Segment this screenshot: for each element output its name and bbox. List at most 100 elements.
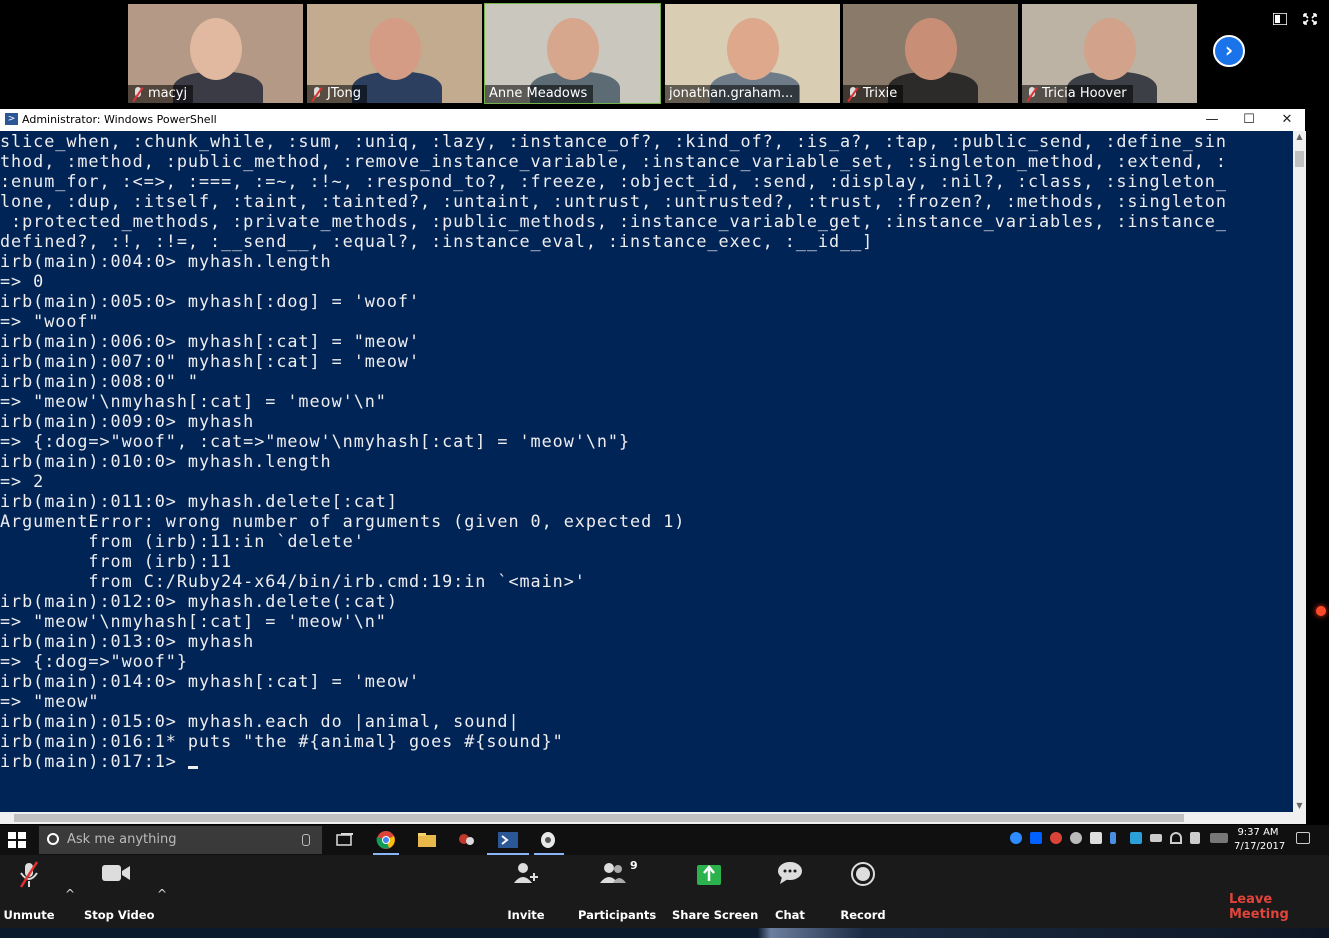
chat-label: Chat — [775, 908, 805, 922]
gallery-view-icon[interactable] — [1273, 13, 1287, 25]
console-line: irb(main):009:0> myhash — [0, 411, 255, 431]
powershell-taskbar-icon[interactable] — [496, 829, 520, 851]
console-line: => "meow'\nmyhash[:cat] = 'meow'\n" — [0, 611, 387, 631]
record-circle-icon — [851, 862, 875, 886]
console-line: => "meow" — [0, 691, 100, 711]
scrollbar-thumb[interactable] — [1295, 151, 1304, 167]
share-screen-arrow-icon — [697, 865, 721, 885]
text-cursor — [187, 766, 198, 769]
participant-nameplate: jonathan.graham... — [665, 85, 800, 103]
console-line: => 2 — [0, 471, 45, 491]
unmute-label: Unmute — [3, 908, 55, 922]
action-center-icon[interactable] — [1296, 832, 1310, 844]
onedrive-icon[interactable] — [1070, 832, 1082, 844]
microphone-muted-icon — [19, 861, 39, 888]
participant-video-tile[interactable]: JTong — [307, 4, 482, 103]
chat-button[interactable]: Chat — [772, 855, 808, 928]
chrome-icon[interactable] — [374, 829, 398, 851]
participant-video-tile[interactable]: Anne Meadows — [484, 3, 661, 104]
console-line: irb(main):015:0> myhash.each do |animal,… — [0, 711, 520, 731]
desktop-wallpaper-strip — [0, 928, 1329, 938]
recording-indicator — [1316, 606, 1326, 616]
file-explorer-icon[interactable] — [415, 829, 439, 851]
window-title: Administrator: Windows PowerShell — [22, 113, 217, 126]
horizontal-scrollbar[interactable] — [0, 812, 1306, 824]
zoom-meeting-toolbar: Unmute ^ Stop Video ^ Invite 9 Participa… — [0, 855, 1329, 928]
microphone-muted-icon — [132, 87, 144, 101]
battery-icon[interactable] — [1150, 834, 1162, 842]
keyboard-icon[interactable] — [1210, 833, 1228, 843]
audio-options-chevron-up-icon[interactable]: ^ — [65, 888, 75, 900]
participants-label: Participants — [578, 908, 657, 922]
invite-button[interactable]: Invite — [505, 855, 547, 928]
participant-face — [190, 18, 242, 80]
console-line: => 0 — [0, 271, 45, 291]
participant-nameplate: Tricia Hoover — [1022, 85, 1133, 103]
participant-video-tile[interactable]: macyj — [128, 4, 303, 103]
zoom-app-icon[interactable] — [536, 829, 560, 851]
participants-group-icon — [600, 863, 626, 883]
unmute-button[interactable]: Unmute — [0, 855, 58, 928]
start-windows-icon[interactable] — [8, 832, 26, 848]
participant-nameplate: JTong — [307, 85, 368, 103]
powershell-titlebar: > Administrator: Windows PowerShell — ☐ … — [0, 109, 1305, 131]
record-button[interactable]: Record — [840, 855, 886, 928]
console-line: irb(main):008:0" " — [0, 371, 199, 391]
close-button[interactable]: ✕ — [1269, 109, 1305, 131]
stop-video-button[interactable]: Stop Video — [84, 855, 155, 928]
vertical-scrollbar[interactable]: ▲ ▼ — [1293, 131, 1306, 812]
leave-meeting-button[interactable]: Leave Meeting — [1229, 892, 1329, 922]
console-line: irb(main):004:0> myhash.length — [0, 251, 332, 271]
record-label: Record — [840, 908, 886, 922]
console-line: lone, :dup, :itself, :taint, :tainted?, … — [0, 191, 1227, 211]
bluetooth-icon[interactable] — [1110, 832, 1116, 844]
participant-name: jonathan.graham... — [669, 86, 794, 101]
video-strip: macyj JTong Anne Meadows jonathan.graham...… — [0, 0, 1329, 107]
participant-nameplate: Anne Meadows — [485, 85, 594, 103]
powershell-console[interactable]: slice_when, :chunk_while, :sum, :uniq, :… — [0, 131, 1293, 812]
cortana-search[interactable]: Ask me anything — [39, 826, 322, 854]
powershell-icon: > — [5, 113, 18, 125]
console-line: ArgumentError: wrong number of arguments… — [0, 511, 686, 531]
windows-taskbar: Ask me anything 9:37 AM 7/17/2017 — [0, 825, 1329, 855]
hscrollbar-thumb[interactable] — [14, 814, 1184, 822]
search-placeholder: Ask me anything — [67, 832, 177, 847]
participant-count-badge: 9 — [630, 859, 638, 872]
next-page-arrow-icon[interactable]: › — [1213, 35, 1245, 67]
dropbox-tray-icon[interactable] — [1030, 832, 1042, 844]
console-line: thod, :method, :public_method, :remove_i… — [0, 151, 1227, 171]
task-view-icon[interactable] — [333, 829, 357, 851]
volume-icon[interactable] — [1190, 832, 1200, 844]
participant-video-tile[interactable]: Tricia Hoover — [1022, 4, 1197, 103]
participant-name: Anne Meadows — [489, 86, 588, 101]
participants-button[interactable]: 9 Participants — [578, 855, 657, 928]
clock-time: 9:37 AM — [1237, 827, 1279, 838]
microphone-icon[interactable] — [302, 834, 310, 846]
console-line: irb(main):016:1* puts "the #{animal} goe… — [0, 731, 564, 751]
network-app-icon[interactable] — [1130, 832, 1142, 844]
participant-name: Trixie — [863, 86, 898, 101]
wifi-icon[interactable] — [1170, 832, 1182, 844]
snipping-tool-icon[interactable] — [455, 829, 479, 851]
chrome-tray-icon[interactable] — [1050, 832, 1062, 844]
scroll-up-icon[interactable]: ▲ — [1293, 131, 1306, 143]
microphone-muted-icon — [311, 87, 323, 101]
system-clock[interactable]: 9:37 AM 7/17/2017 — [1234, 826, 1286, 854]
participant-video-tile[interactable]: jonathan.graham... — [665, 4, 840, 103]
console-line: => {:dog=>"woof", :cat=>"meow'\nmyhash[:… — [0, 431, 631, 451]
video-options-chevron-up-icon[interactable]: ^ — [157, 888, 167, 900]
maximize-button[interactable]: ☐ — [1231, 109, 1267, 131]
clock-date: 7/17/2017 — [1234, 841, 1286, 852]
console-line: irb(main):010:0> myhash.length — [0, 451, 332, 471]
scroll-down-icon[interactable]: ▼ — [1293, 800, 1306, 812]
stop-video-label: Stop Video — [84, 908, 155, 922]
defender-shield-icon[interactable] — [1090, 832, 1102, 844]
invite-person-plus-icon — [514, 863, 538, 883]
fullscreen-icon[interactable] — [1303, 13, 1317, 25]
minimize-button[interactable]: — — [1194, 109, 1230, 131]
zoom-tray-icon[interactable] — [1010, 832, 1022, 844]
share-screen-button[interactable]: Share Screen — [672, 855, 758, 928]
console-line: from (irb):11:in `delete' — [0, 531, 365, 551]
participant-video-tile[interactable]: Trixie — [843, 4, 1018, 103]
console-prompt[interactable]: irb(main):017:1> — [0, 751, 188, 771]
